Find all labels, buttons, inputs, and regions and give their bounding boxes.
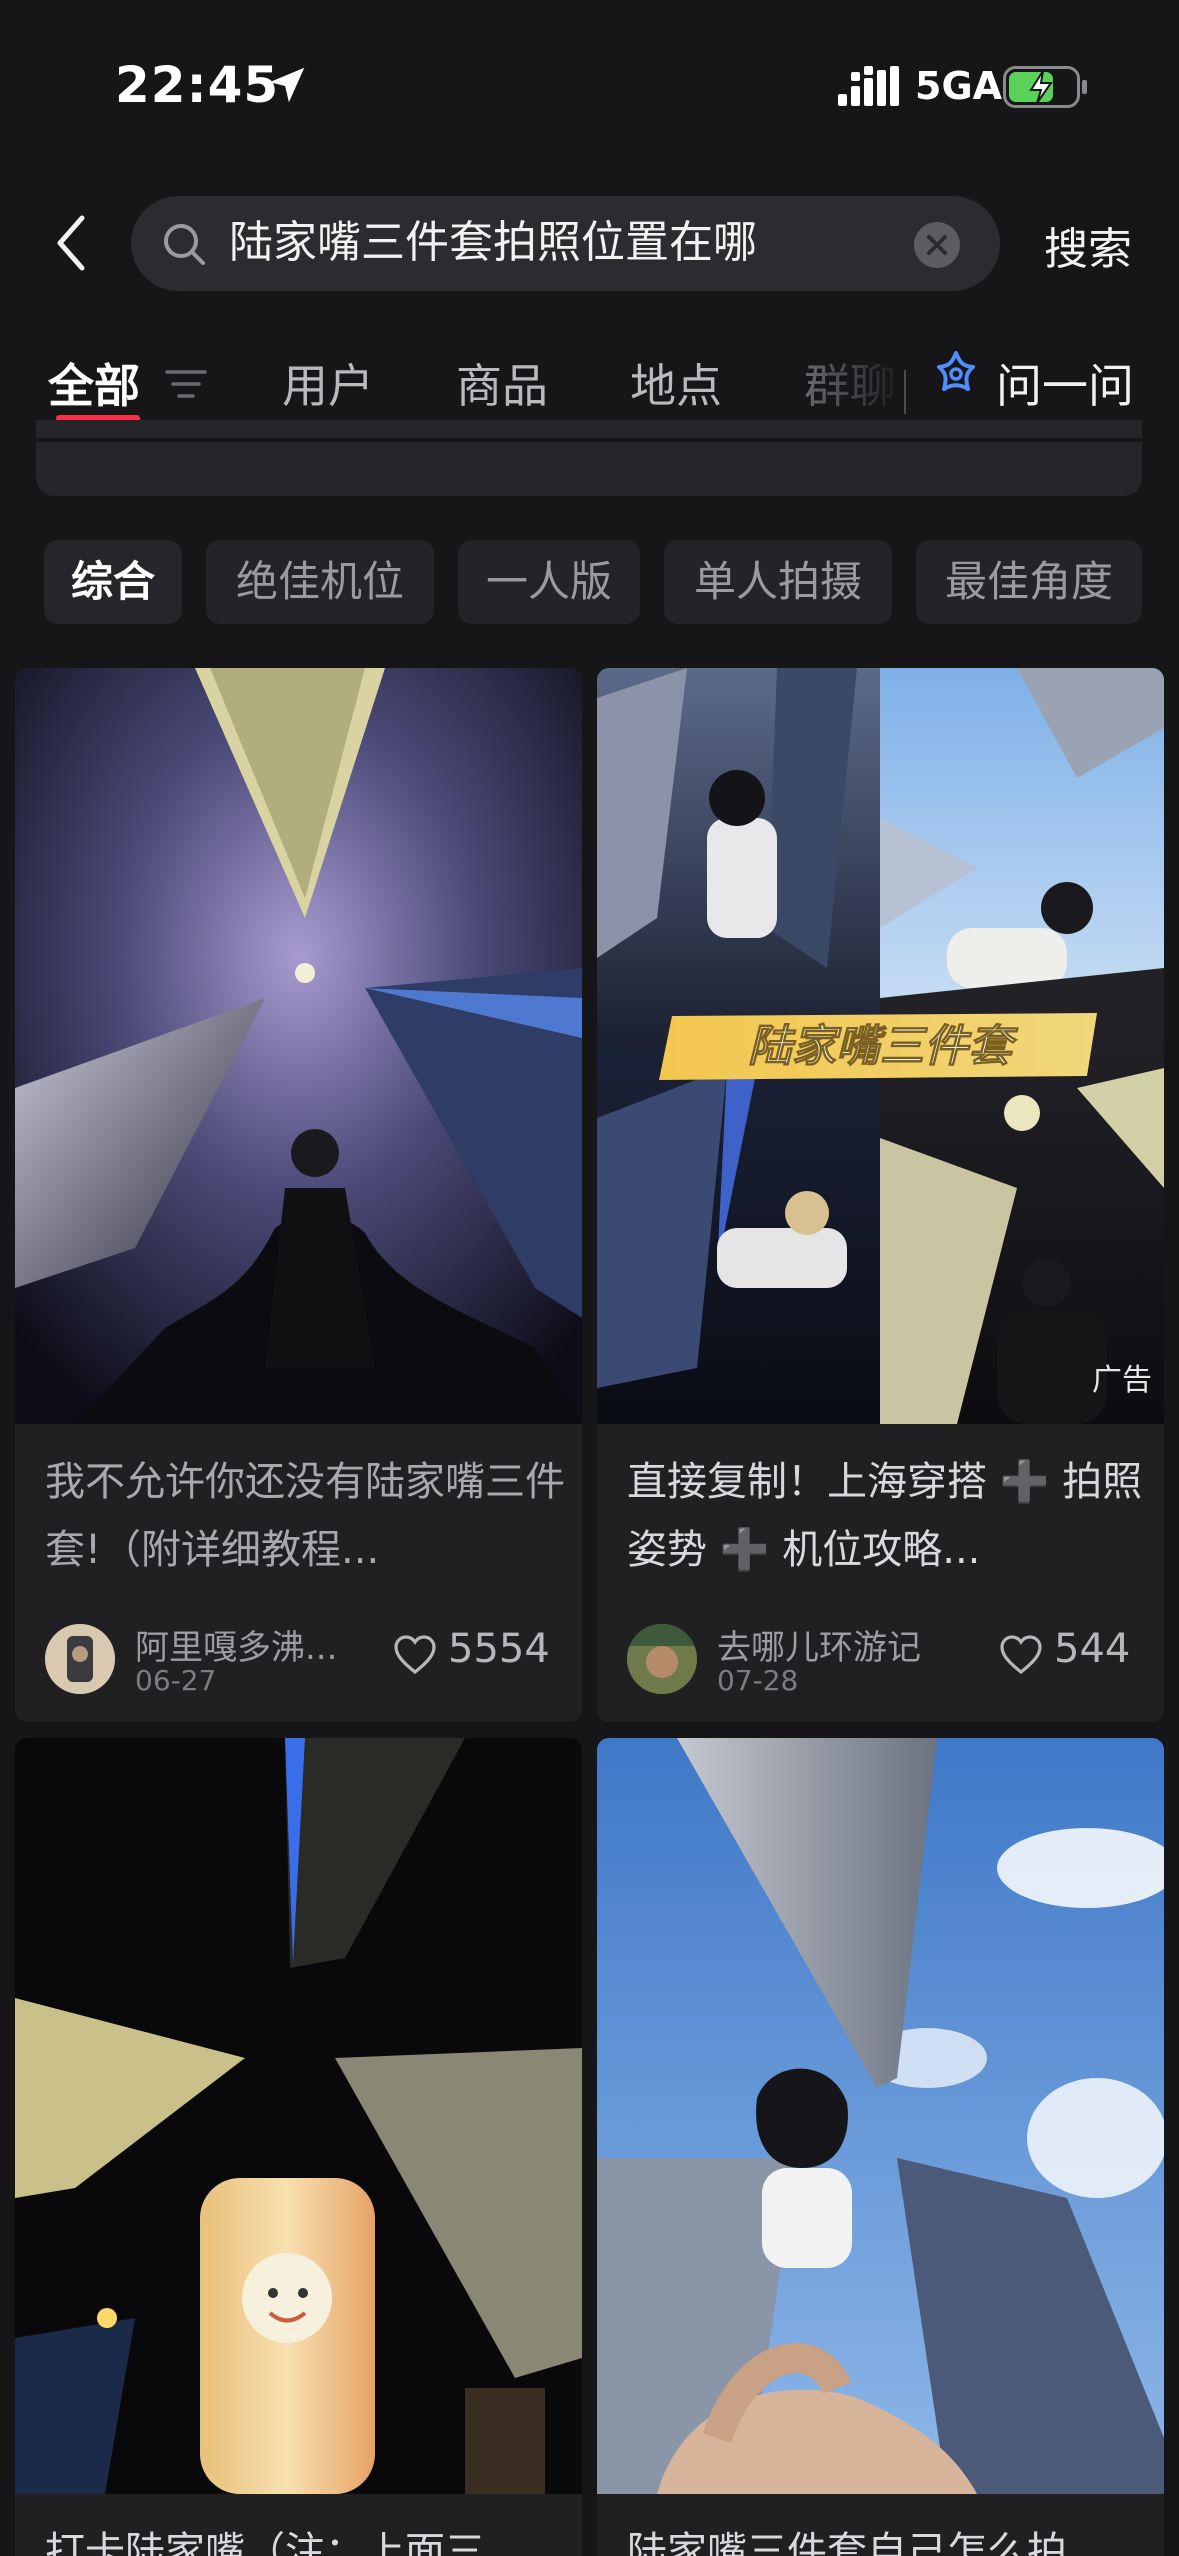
feed-card[interactable]: 陆家嘴三件套 直接复制！上海穿搭 ➕ 拍照姿势 ➕ 机位攻略... 去哪儿环游记…: [597, 668, 1164, 1722]
post-date: 06-27: [135, 1664, 217, 1697]
clear-icon[interactable]: [913, 221, 961, 269]
card-overlay-text: 陆家嘴三件套: [748, 1021, 1019, 1072]
peek-divider: [0, 438, 1179, 442]
tab-all[interactable]: 全部: [48, 350, 140, 416]
tab-divider: [904, 370, 906, 414]
search-icon: [164, 224, 205, 265]
chip-solo-version[interactable]: 一人版: [458, 540, 640, 624]
search-query[interactable]: 陆家嘴三件套拍照位置在哪: [229, 214, 757, 272]
card-title[interactable]: 陆家嘴三件套自己怎么拍: [627, 2518, 1147, 2556]
status-time: 22:45: [115, 56, 280, 114]
ad-badge: 广告: [1092, 1363, 1152, 1398]
heart-icon[interactable]: [999, 1634, 1043, 1676]
card-title[interactable]: 打卡陆家嘴（注：上面三: [45, 2518, 565, 2556]
like-count: 5554: [448, 1626, 550, 1672]
card-title[interactable]: 直接复制！上海穿搭 ➕ 拍照姿势 ➕ 机位攻略...: [627, 1448, 1147, 1584]
avatar[interactable]: [627, 1624, 697, 1694]
chip-best-spot[interactable]: 绝佳机位: [206, 540, 434, 624]
card-cover-image[interactable]: 陆家嘴三件套: [597, 668, 1164, 1424]
filter-chips: 综合 绝佳机位 一人版 单人拍摄 最佳角度: [0, 540, 1179, 624]
avatar[interactable]: [45, 1624, 115, 1694]
back-icon[interactable]: [46, 208, 96, 278]
like-count: 544: [1054, 1626, 1131, 1672]
author-name[interactable]: 阿里嘎多沸...: [135, 1620, 385, 1669]
feed-card[interactable]: 打卡陆家嘴（注：上面三: [15, 1738, 582, 2556]
feed-card[interactable]: 我不允许你还没有陆家嘴三件套!（附详细教程... 阿里嘎多沸... 06-27 …: [15, 668, 582, 1722]
card-cover-image[interactable]: [15, 1738, 582, 2494]
signal-icon: [838, 66, 899, 106]
feed-card[interactable]: 陆家嘴三件套自己怎么拍: [597, 1738, 1164, 2556]
chip-single-shoot[interactable]: 单人拍摄: [664, 540, 892, 624]
card-cover-image[interactable]: [15, 668, 582, 1424]
author-name[interactable]: 去哪儿环游记: [717, 1620, 967, 1669]
tab-users[interactable]: 用户: [282, 350, 374, 416]
location-arrow-icon: [269, 67, 305, 103]
heart-icon[interactable]: [393, 1634, 437, 1676]
ask-ai-label[interactable]: 问一问: [996, 350, 1134, 416]
battery-charging-icon: [1003, 66, 1087, 108]
tab-products[interactable]: 商品: [456, 350, 548, 416]
search-button[interactable]: 搜索: [1044, 213, 1132, 277]
filter-icon[interactable]: [165, 368, 207, 402]
status-bar: 22:45 5GA: [0, 0, 1179, 175]
card-title[interactable]: 我不允许你还没有陆家嘴三件套!（附详细教程...: [45, 1448, 565, 1584]
ask-ai-icon[interactable]: [929, 349, 983, 403]
tab-places[interactable]: 地点: [630, 350, 722, 416]
card-cover-image[interactable]: [597, 1738, 1164, 2494]
previous-card-peek: [36, 420, 1142, 496]
search-input[interactable]: 陆家嘴三件套拍照位置在哪: [131, 196, 1000, 291]
chip-best-angle[interactable]: 最佳角度: [916, 540, 1142, 624]
network-type: 5GA: [915, 64, 1003, 108]
chip-comprehensive[interactable]: 综合: [44, 540, 182, 624]
post-date: 07-28: [717, 1664, 799, 1697]
